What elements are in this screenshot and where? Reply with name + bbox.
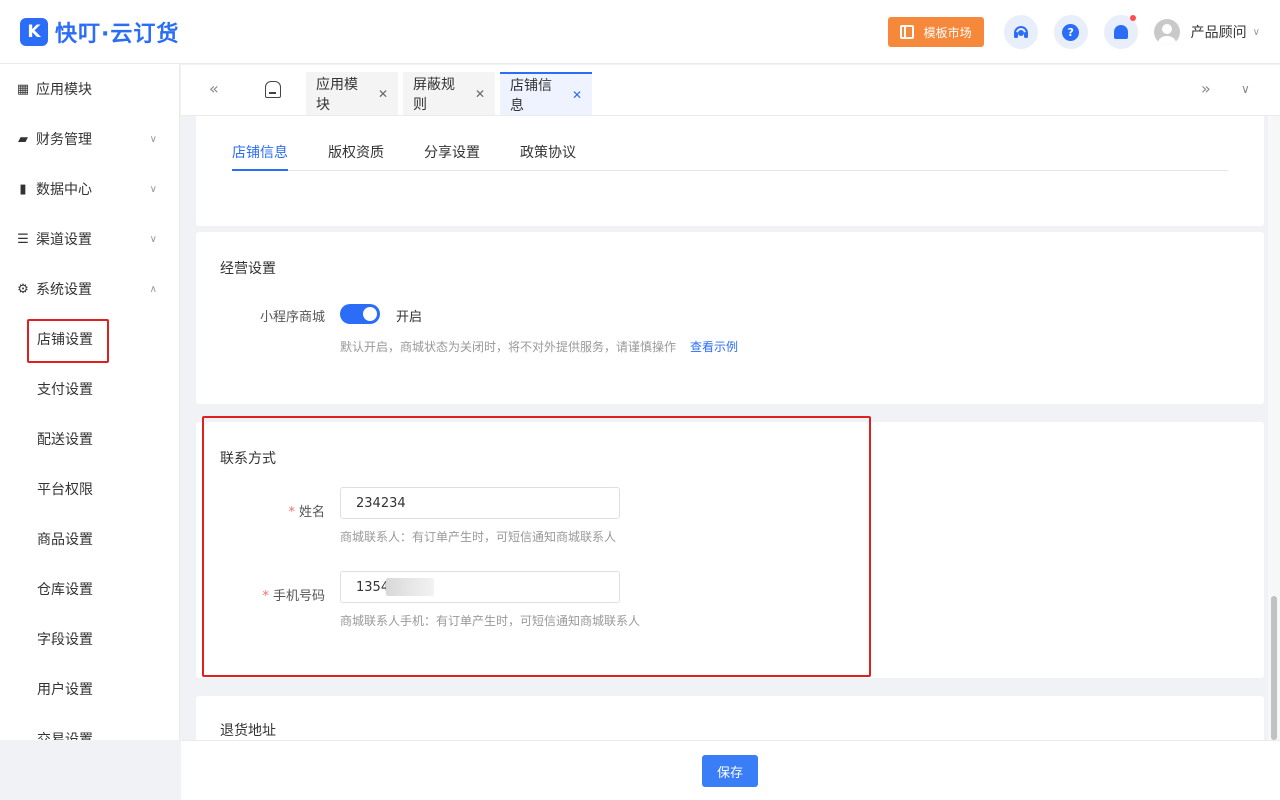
tab-label: 应用模块	[316, 76, 358, 113]
home-icon[interactable]	[265, 81, 281, 98]
tab-store-info[interactable]: 店铺信息 ✕	[500, 72, 592, 115]
close-icon[interactable]: ✕	[475, 87, 485, 101]
sidebar-subitem-delivery-settings[interactable]: 配送设置	[0, 414, 179, 464]
notification-badge	[1129, 15, 1136, 21]
tab-app-modules[interactable]: 应用模块 ✕	[306, 72, 398, 115]
tab-label: 店铺信息	[510, 77, 552, 114]
sidebar-subitem-store-settings[interactable]: 店铺设置	[0, 314, 179, 364]
grid-icon: ▦	[16, 81, 30, 97]
help-button[interactable]: ?	[1053, 15, 1088, 49]
user-menu[interactable]: 产品顾问 ∨	[1153, 19, 1260, 45]
username: 产品顾问	[1190, 25, 1247, 41]
tab-label: 屏蔽规则	[413, 76, 455, 113]
double-chevron-right-icon[interactable]: »	[1201, 79, 1211, 98]
sidebar-item-label: 财务管理	[36, 132, 92, 148]
sidebar-subitem-field-settings[interactable]: 字段设置	[0, 614, 179, 664]
logo[interactable]: K 快叮·云订货	[20, 16, 179, 48]
content-scrollbar[interactable]	[1268, 116, 1280, 740]
subtab-store-info[interactable]: 店铺信息	[232, 142, 288, 171]
sidebar-subitem-trade-settings[interactable]: 交易设置	[0, 714, 179, 740]
sidebar-subitem-product-settings[interactable]: 商品设置	[0, 514, 179, 564]
subtab-policy[interactable]: 政策协议	[520, 142, 576, 171]
sidebar-item-finance[interactable]: ▰ 财务管理 ∨	[0, 114, 179, 164]
close-icon[interactable]: ✕	[572, 88, 582, 102]
tab-block-rules[interactable]: 屏蔽规则 ✕	[403, 72, 495, 115]
gear-icon: ⚙	[17, 281, 29, 297]
list-icon: ☰	[17, 231, 29, 247]
chevron-down-icon: ∨	[149, 133, 157, 145]
mini-mall-hint: 默认开启，商城状态为关闭时，将不对外提供服务，请谨慎操作 查看示例	[340, 338, 738, 355]
section-title: 退货地址	[220, 723, 276, 739]
bar-chart-icon: ▮	[19, 181, 27, 197]
subtab-share-settings[interactable]: 分享设置	[424, 142, 480, 171]
avatar-icon	[1153, 19, 1180, 45]
sidebar-item-app-modules[interactable]: ▦ 应用模块	[0, 64, 179, 114]
subtab-copyright[interactable]: 版权资质	[328, 142, 384, 171]
subtab-panel: 店铺信息 版权资质 分享设置 政策协议	[196, 116, 1264, 226]
sidebar-item-data-center[interactable]: ▮ 数据中心 ∨	[0, 164, 179, 214]
sidebar-item-channel[interactable]: ☰ 渠道设置 ∨	[0, 214, 179, 264]
mini-mall-toggle[interactable]	[340, 304, 380, 324]
sidebar: ▦ 应用模块 ▰ 财务管理 ∨ ▮ 数据中心 ∨ ☰ 渠道设置 ∨ ⚙ 系统设置…	[0, 64, 180, 740]
top-header: K 快叮·云订货 模板市场 ? 产品顾问 ∨	[0, 0, 1280, 64]
template-icon	[899, 25, 914, 39]
hint-text: 默认开启，商城状态为关闭时，将不对外提供服务，请谨慎操作	[340, 340, 677, 354]
chevron-down-icon: ∨	[149, 233, 157, 245]
chevron-up-icon: ∧	[149, 283, 157, 295]
chevron-down-icon: ∨	[149, 183, 157, 195]
main-content: 店铺信息 版权资质 分享设置 政策协议 经营设置 小程序商城 开启 默认开启，商…	[181, 116, 1268, 740]
toggle-state-text: 开启	[396, 310, 423, 325]
close-icon[interactable]: ✕	[378, 87, 388, 101]
template-market-button[interactable]: 模板市场	[887, 17, 984, 47]
template-market-label: 模板市场	[923, 25, 972, 40]
sidebar-item-label: 系统设置	[36, 282, 92, 298]
notification-button[interactable]	[1103, 15, 1138, 49]
sidebar-subitem-user-settings[interactable]: 用户设置	[0, 664, 179, 714]
double-chevron-left-icon[interactable]: «	[209, 79, 219, 98]
return-address-panel: 退货地址	[196, 696, 1264, 740]
header-actions: 模板市场 ? 产品顾问 ∨	[887, 0, 1260, 64]
business-settings-panel: 经营设置 小程序商城 开启 默认开启，商城状态为关闭时，将不对外提供服务，请谨慎…	[196, 232, 1264, 404]
scrollbar-thumb[interactable]	[1271, 596, 1277, 740]
mini-mall-label: 小程序商城	[259, 310, 325, 325]
store-info-subtabs: 店铺信息 版权资质 分享设置 政策协议	[232, 142, 1228, 171]
chevron-down-icon[interactable]: ∨	[1241, 82, 1250, 96]
sidebar-subitem-payment-settings[interactable]: 支付设置	[0, 364, 179, 414]
section-title: 经营设置	[220, 261, 276, 277]
sidebar-item-system[interactable]: ⚙ 系统设置 ∧	[0, 264, 179, 314]
footer-bar: 保存	[181, 740, 1280, 800]
logo-icon: K	[20, 17, 48, 46]
logo-text: 快叮·云订货	[55, 21, 180, 47]
headset-icon	[1013, 26, 1028, 38]
sidebar-subitem-warehouse-settings[interactable]: 仓库设置	[0, 564, 179, 614]
save-button[interactable]: 保存	[702, 755, 758, 787]
customer-service-button[interactable]	[1003, 15, 1038, 49]
sidebar-subitem-platform-permissions[interactable]: 平台权限	[0, 464, 179, 514]
help-icon: ?	[1062, 23, 1080, 41]
view-example-link[interactable]: 查看示例	[690, 340, 738, 354]
chevron-down-icon: ∨	[1252, 26, 1260, 38]
wallet-icon: ▰	[18, 131, 28, 147]
bell-icon	[1113, 25, 1128, 39]
sidebar-item-label: 数据中心	[36, 182, 92, 198]
highlight-box	[202, 416, 871, 677]
page-tabbar: « 应用模块 ✕ 屏蔽规则 ✕ 店铺信息 ✕ » ∨	[181, 65, 1280, 116]
sidebar-item-label: 应用模块	[36, 82, 92, 98]
sidebar-item-label: 渠道设置	[36, 232, 92, 248]
